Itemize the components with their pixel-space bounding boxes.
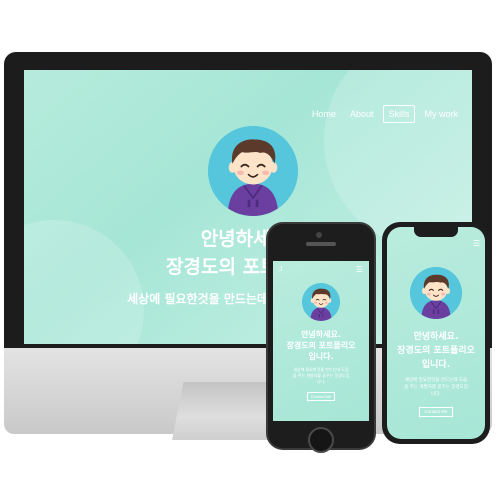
iphone8-screen: J ☰ 안녕하세요. 장경도의 포트폴리오 입니다. 세상에 필요한것을 만드는… [273,261,369,421]
front-camera [316,232,322,238]
avatar-character-icon [208,126,298,216]
mobile-desc-line3: 니다. [316,379,326,384]
avatar-character-icon [410,267,462,319]
mobile-title-line3: 입니다. [308,352,334,361]
mobile-desc-line3: 니다. [431,392,441,397]
mobile-desc-line2: 을 주는 개발자를 꿈꾸는 장경도입 [404,385,468,390]
phone-notch [414,227,458,237]
iphone8-mockup: J ☰ 안녕하세요. 장경도의 포트폴리오 입니다. 세상에 필요한것을 만드는… [266,222,376,453]
nav-home[interactable]: Home [308,106,340,122]
contact-button[interactable]: Contact Me [419,407,453,417]
mobile-title-line1: 안녕하세요. [301,330,341,339]
mobile-title-line2: 장경도의 포트폴리오 [397,346,475,356]
avatar-character-icon [302,283,340,321]
mobile-title-line3: 입니다. [421,360,451,370]
avatar [208,126,298,216]
avatar [410,267,462,319]
mobile-desc-line1: 세상에 필요한것을 만드는데 도움 [404,378,468,383]
hamburger-menu-icon[interactable]: ☰ [473,239,480,248]
mobile-title-line2: 장경도의 포트폴리오 [286,341,356,350]
speaker [306,242,336,246]
top-nav: Home About Skills My work [308,105,462,123]
iphonex-mockup: ☰ 안녕하세요. 장경도의 포트폴리오 입니다. 세상에 필요한것을 만드는데 … [382,222,490,444]
mobile-title-line1: 안녕하세요. [413,332,459,342]
contact-button[interactable]: Contact Me [307,392,335,401]
avatar [302,283,340,321]
nav-my-work[interactable]: My work [421,106,463,122]
hamburger-menu-icon[interactable]: ☰ [356,265,363,274]
nav-skills[interactable]: Skills [383,105,415,123]
nav-about[interactable]: About [346,106,378,122]
iphonex-screen: ☰ 안녕하세요. 장경도의 포트폴리오 입니다. 세상에 필요한것을 만드는데 … [387,227,485,439]
mobile-logo[interactable]: J [279,267,282,273]
home-button[interactable] [308,427,334,453]
